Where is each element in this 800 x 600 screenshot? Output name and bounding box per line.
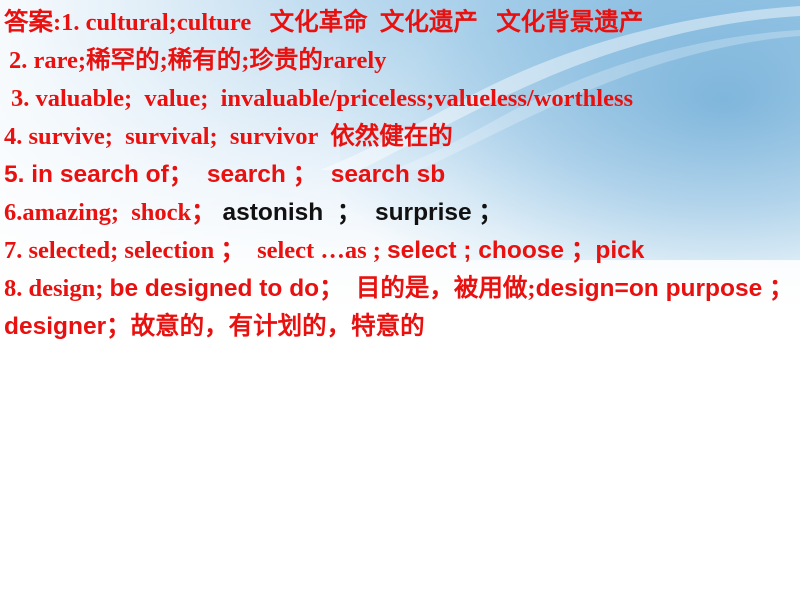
answer-line-2-segment-0: 2. rare;稀罕的;稀有的;珍贵的rarely (9, 47, 387, 74)
answer-line-6-segment-1: astonish ； surprise ； (215, 199, 503, 226)
answer-line-2: 2. rare;稀罕的;稀有的;珍贵的rarely (2, 42, 798, 80)
answer-line-8-segment-1: be designed to do (109, 275, 320, 302)
answer-line-6: 6.amazing; shock； astonish ； surprise ； (2, 194, 798, 232)
answer-line-1-segment-0: 答案:1. cultural;culture 文化革命 文化遗产 文化背景遗产 (4, 9, 644, 36)
answer-line-4-segment-0: 4. survive; survival; survivor 依然健在的 (4, 123, 453, 150)
answer-line-8: 8. design; be designed to do； 目的是，被用做;de… (2, 270, 798, 346)
answer-line-7-segment-1: select ; choose ；pick (387, 237, 645, 264)
answer-line-1: 答案:1. cultural;culture 文化革命 文化遗产 文化背景遗产 (2, 4, 798, 42)
answer-line-8-segment-0: 8. design; (4, 275, 110, 302)
answer-line-8-segment-4: ；故意的，有计划的，特意的 (106, 313, 425, 340)
answer-line-7-segment-0: 7. selected; selection ； select …as ; (4, 237, 388, 264)
answer-line-3-segment-0: 3. valuable; value; invaluable/priceless… (11, 85, 634, 112)
answer-line-3: 3. valuable; value; invaluable/priceless… (2, 80, 798, 118)
answer-line-8-segment-2: ； 目的是，被用做; (319, 275, 536, 302)
answer-line-7: 7. selected; selection ； select …as ; se… (2, 232, 798, 270)
answer-line-4: 4. survive; survival; survivor 依然健在的 (2, 118, 798, 156)
answer-line-6-segment-0: 6.amazing; shock； (4, 199, 216, 226)
slide-canvas: 答案:1. cultural;culture 文化革命 文化遗产 文化背景遗产 … (0, 0, 800, 600)
answers-text-block: 答案:1. cultural;culture 文化革命 文化遗产 文化背景遗产 … (0, 0, 800, 346)
answer-line-5-segment-0: 5. in search of； search ； search sb (4, 161, 446, 188)
answer-line-5: 5. in search of； search ； search sb (2, 156, 798, 194)
